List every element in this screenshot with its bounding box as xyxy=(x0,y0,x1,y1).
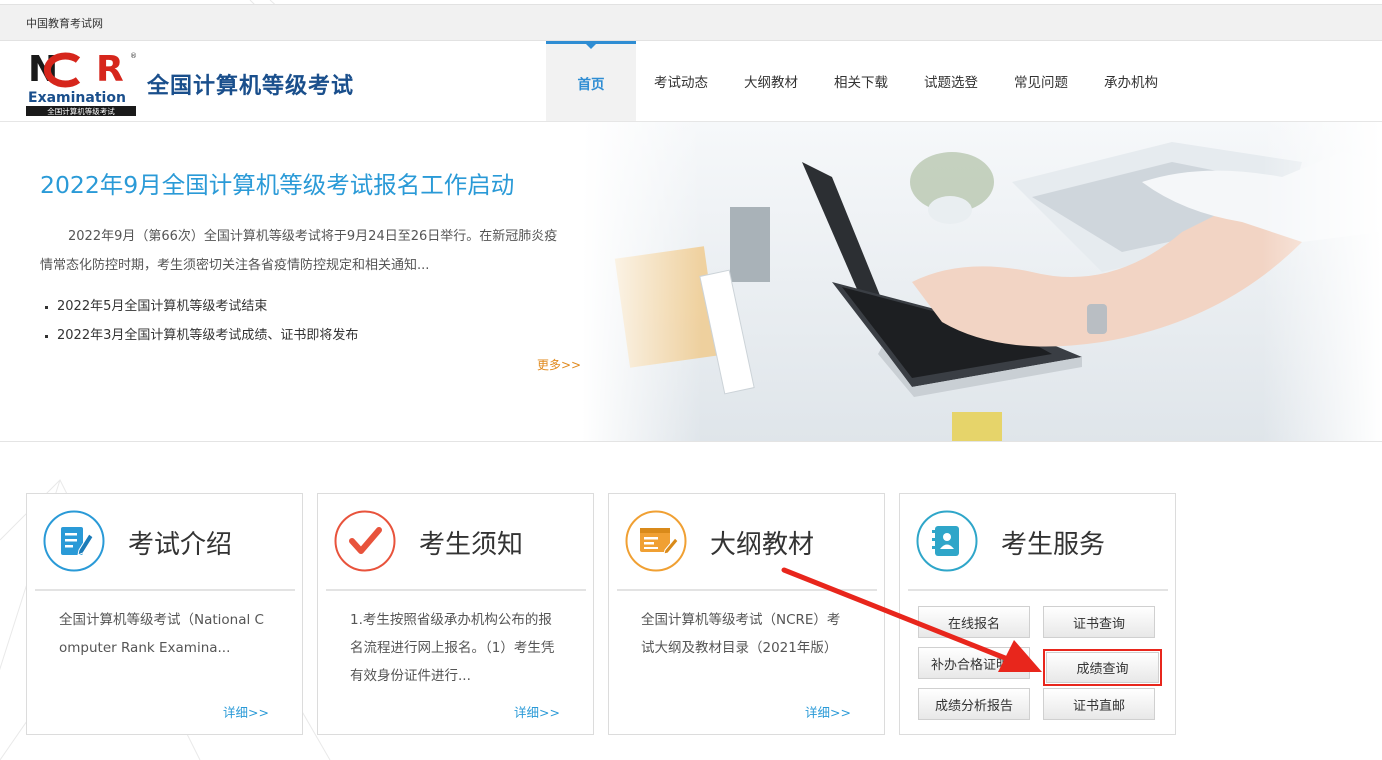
laptop-typing-photo xyxy=(582,122,1382,441)
divider xyxy=(617,589,877,591)
banner-headline[interactable]: 2022年9月全国计算机等级考试报名工作启动 xyxy=(40,166,514,200)
certificate-lookup-button[interactable]: 证书查询 xyxy=(1043,606,1155,638)
news-list: 2022年5月全国计算机等级考试结束 2022年3月全国计算机等级考试成绩、证书… xyxy=(44,292,358,350)
details-link[interactable]: 详细>> xyxy=(805,702,851,721)
card-syllabus: 大纲教材 全国计算机等级考试（NCRE）考试大纲及教材目录（2021年版） 详细… xyxy=(608,493,885,735)
contact-book-icon xyxy=(916,510,978,572)
nav-item-home[interactable]: 首页 xyxy=(546,41,636,121)
svg-text:®: ® xyxy=(130,52,137,60)
banner-description: 2022年9月（第66次）全国计算机等级考试将于9月24日至26日举行。在新冠肺… xyxy=(40,229,558,273)
card-title[interactable]: 考试介绍 xyxy=(128,524,232,561)
nav-item-sample-questions[interactable]: 试题选登 xyxy=(906,41,996,121)
card-summary: 全国计算机等级考试（National Computer Rank Examina… xyxy=(59,612,264,656)
svg-text:Examination: Examination xyxy=(28,90,126,106)
nav-item-faq[interactable]: 常见问题 xyxy=(996,41,1086,121)
card-candidate-services: 考生服务 在线报名 证书查询 补办合格证明 成绩查询 成绩分析报告 证书直邮 xyxy=(899,493,1176,735)
divider xyxy=(326,589,586,591)
nav-item-downloads[interactable]: 相关下载 xyxy=(816,41,906,121)
card-summary: 1.考生按照省级承办机构公布的报名流程进行网上报名。（1）考生凭有效身份证件进行… xyxy=(350,612,555,684)
online-registration-button[interactable]: 在线报名 xyxy=(918,606,1030,638)
card-summary: 全国计算机等级考试（NCRE）考试大纲及教材目录（2021年版） xyxy=(641,612,841,656)
nav-item-syllabus[interactable]: 大纲教材 xyxy=(726,41,816,121)
svg-text:全国计算机等级考试: 全国计算机等级考试 xyxy=(47,106,115,116)
divider xyxy=(908,589,1168,591)
card-candidate-notice: 考生须知 1.考生按照省级承办机构公布的报名流程进行网上报名。（1）考生凭有效身… xyxy=(317,493,594,735)
document-edit-icon xyxy=(43,510,105,572)
details-link[interactable]: 详细>> xyxy=(223,702,269,721)
top-bar: 中国教育考试网 xyxy=(0,4,1382,41)
site-header: 全国计算机等级考试 N R Examination ® 全国计算机等级考试 首页… xyxy=(0,41,1382,122)
card-title[interactable]: 大纲教材 xyxy=(710,524,814,561)
nav-item-exam-news[interactable]: 考试动态 xyxy=(636,41,726,121)
more-news-link[interactable]: 更多>> xyxy=(537,356,581,373)
svg-text:R: R xyxy=(96,50,124,90)
card-exam-intro: 考试介绍 全国计算机等级考试（National Computer Rank Ex… xyxy=(26,493,303,735)
site-name-link[interactable]: 中国教育考试网 xyxy=(26,15,103,31)
score-analysis-report-button[interactable]: 成绩分析报告 xyxy=(918,688,1030,720)
card-title[interactable]: 考生须知 xyxy=(419,524,523,561)
hero-banner: 2022年9月全国计算机等级考试报名工作启动 2022年9月（第66次）全国计算… xyxy=(0,122,1382,442)
main-nav: 首页 考试动态 大纲教材 相关下载 试题选登 常见问题 承办机构 xyxy=(546,41,1176,121)
certificate-mail-button[interactable]: 证书直邮 xyxy=(1043,688,1155,720)
browser-window-icon xyxy=(625,510,687,572)
news-item[interactable]: 2022年3月全国计算机等级考试成绩、证书即将发布 xyxy=(44,321,358,350)
nav-item-organizers[interactable]: 承办机构 xyxy=(1086,41,1176,121)
checkmark-icon xyxy=(334,510,396,572)
site-title: 全国计算机等级考试 xyxy=(147,74,355,99)
svg-text:N: N xyxy=(28,50,56,90)
reissue-certificate-button[interactable]: 补办合格证明 xyxy=(918,647,1030,679)
card-title[interactable]: 考生服务 xyxy=(1001,524,1105,561)
divider xyxy=(35,589,295,591)
details-link[interactable]: 详细>> xyxy=(514,702,560,721)
news-item[interactable]: 2022年5月全国计算机等级考试结束 xyxy=(44,292,358,321)
ncre-logo[interactable]: 全国计算机等级考试 N R Examination ® xyxy=(26,50,138,116)
score-lookup-highlight-box xyxy=(1043,649,1162,686)
